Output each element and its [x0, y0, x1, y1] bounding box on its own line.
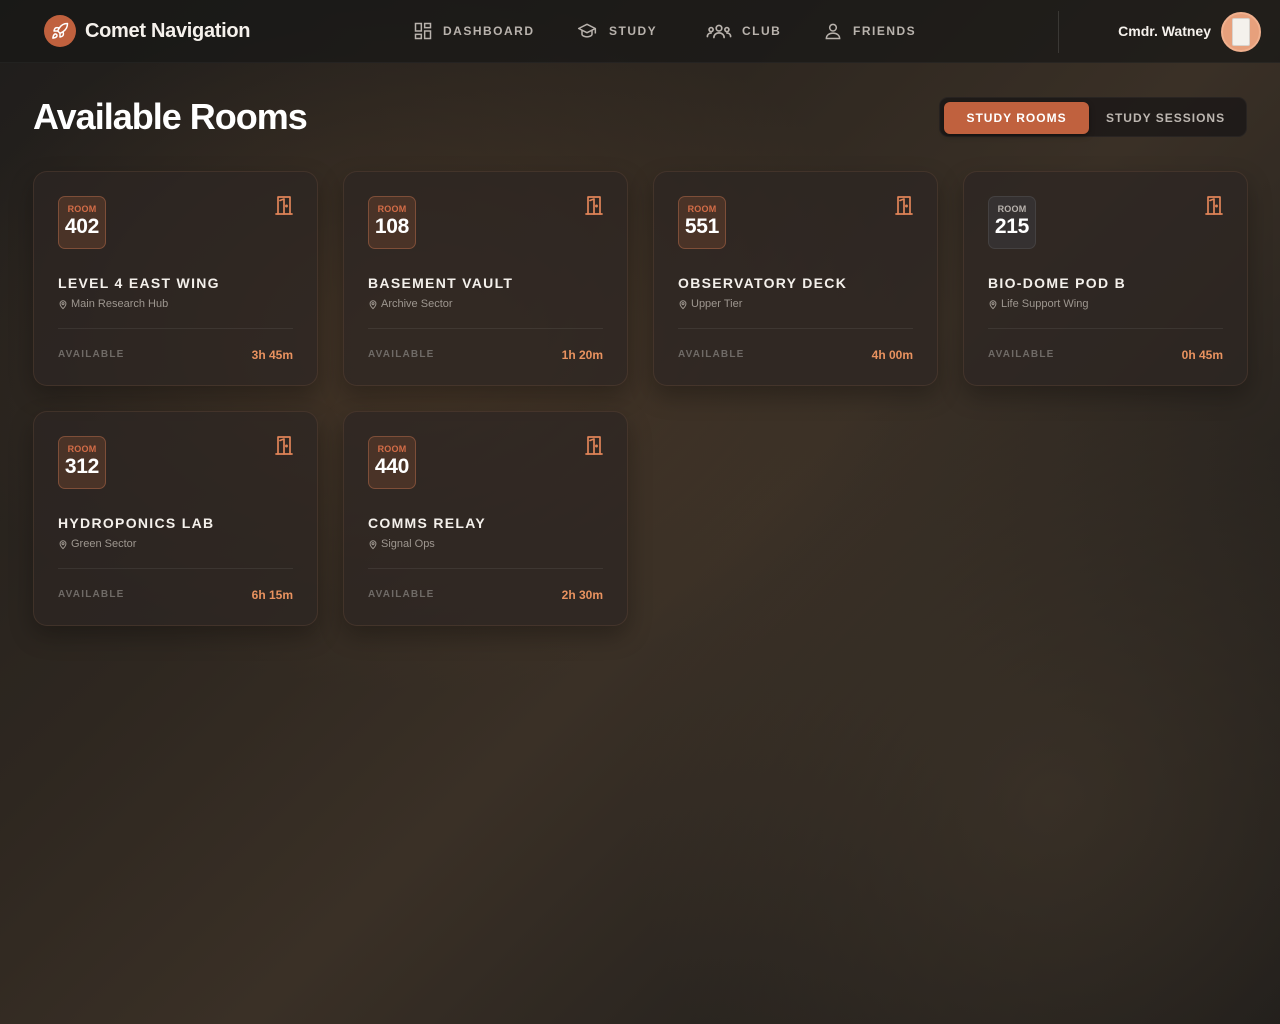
room-number-badge: ROOM 551	[678, 196, 726, 249]
room-number-badge: ROOM 312	[58, 436, 106, 489]
room-badge-label: ROOM	[67, 204, 97, 214]
tab-study-sessions[interactable]: STUDY SESSIONS	[1089, 102, 1242, 134]
nav-item-label: CLUB	[742, 24, 782, 38]
avatar-image	[1232, 18, 1250, 46]
graduation-cap-icon	[577, 23, 597, 38]
card-divider	[58, 568, 293, 569]
room-duration: 3h 45m	[251, 348, 293, 362]
room-number: 215	[994, 215, 1030, 238]
room-type-toggle: STUDY ROOMS STUDY SESSIONS	[939, 97, 1247, 137]
room-card[interactable]: ROOM 108 BASEMENT VAULT Archive Sector A…	[343, 171, 628, 386]
map-pin-icon	[679, 299, 687, 309]
room-status: AVAILABLE	[988, 349, 1055, 360]
room-location-text: Upper Tier	[691, 298, 743, 310]
room-duration: 6h 15m	[251, 588, 293, 602]
card-divider	[368, 568, 603, 569]
room-number: 551	[684, 215, 720, 238]
tab-study-rooms[interactable]: STUDY ROOMS	[944, 102, 1090, 134]
map-pin-icon	[989, 299, 997, 309]
room-status: AVAILABLE	[678, 349, 745, 360]
door-icon	[895, 196, 913, 215]
nav-item-dashboard[interactable]: DASHBOARD	[413, 20, 575, 42]
door-icon	[1205, 196, 1223, 215]
map-pin-icon	[369, 539, 377, 549]
room-location: Main Research Hub	[58, 298, 168, 310]
room-number-badge: ROOM 215	[988, 196, 1036, 249]
room-duration: 1h 20m	[561, 348, 603, 362]
map-pin-icon	[369, 299, 377, 309]
room-location-text: Archive Sector	[381, 298, 453, 310]
users-group-icon	[706, 24, 732, 39]
room-number-badge: ROOM 108	[368, 196, 416, 249]
card-divider	[988, 328, 1223, 329]
room-name: BIO-DOME POD B	[988, 275, 1126, 291]
nav-item-label: FRIENDS	[853, 24, 917, 38]
room-number: 312	[64, 455, 100, 478]
room-duration: 2h 30m	[561, 588, 603, 602]
page-title: Available Rooms	[33, 96, 308, 137]
room-number: 108	[374, 215, 410, 238]
room-number: 402	[64, 215, 100, 238]
user-name[interactable]: Cmdr. Watney	[1118, 23, 1211, 39]
room-badge-label: ROOM	[687, 204, 717, 214]
card-divider	[678, 328, 913, 329]
rocket-icon	[44, 15, 76, 47]
room-name: HYDROPONICS LAB	[58, 515, 215, 531]
top-navigation-bar: Comet Navigation DASHBOARD STUDY CLUB FR…	[0, 0, 1280, 63]
room-location-text: Signal Ops	[381, 538, 435, 550]
brand[interactable]: Comet Navigation	[44, 15, 251, 47]
room-name: BASEMENT VAULT	[368, 275, 514, 291]
room-location-text: Green Sector	[71, 538, 137, 550]
room-badge-label: ROOM	[67, 444, 97, 454]
room-status: AVAILABLE	[368, 589, 435, 600]
card-divider	[368, 328, 603, 329]
room-status: AVAILABLE	[58, 349, 125, 360]
room-location-text: Life Support Wing	[1001, 298, 1089, 310]
map-pin-icon	[59, 299, 67, 309]
room-name: COMMS RELAY	[368, 515, 487, 531]
map-pin-icon	[59, 539, 67, 549]
nav-item-label: DASHBOARD	[443, 24, 535, 38]
avatar[interactable]	[1221, 12, 1261, 52]
room-badge-label: ROOM	[997, 204, 1027, 214]
user-icon	[825, 23, 841, 40]
room-badge-label: ROOM	[377, 204, 407, 214]
room-card[interactable]: ROOM 551 OBSERVATORY DECK Upper Tier AVA…	[653, 171, 938, 386]
door-icon	[275, 436, 293, 455]
room-status: AVAILABLE	[58, 589, 125, 600]
main-nav: DASHBOARD STUDY CLUB FRIENDS	[413, 20, 916, 42]
door-icon	[275, 196, 293, 215]
room-location: Green Sector	[58, 538, 136, 550]
room-card[interactable]: ROOM 215 BIO-DOME POD B Life Support Win…	[963, 171, 1248, 386]
nav-item-club[interactable]: CLUB	[706, 20, 823, 42]
nav-item-study[interactable]: STUDY	[575, 20, 706, 42]
room-number-badge: ROOM 402	[58, 196, 106, 249]
door-icon	[585, 196, 603, 215]
room-location-text: Main Research Hub	[71, 298, 169, 310]
room-card[interactable]: ROOM 440 COMMS RELAY Signal Ops AVAILABL…	[343, 411, 628, 626]
room-location: Signal Ops	[368, 538, 435, 550]
nav-item-label: STUDY	[609, 24, 658, 38]
card-divider	[58, 328, 293, 329]
room-duration: 0h 45m	[1181, 348, 1223, 362]
room-status: AVAILABLE	[368, 349, 435, 360]
room-location: Archive Sector	[368, 298, 453, 310]
room-name: OBSERVATORY DECK	[678, 275, 848, 291]
room-number: 440	[374, 455, 410, 478]
room-number-badge: ROOM 440	[368, 436, 416, 489]
app-name: Comet Navigation	[85, 19, 251, 42]
dashboard-grid-icon	[414, 22, 432, 40]
room-card[interactable]: ROOM 312 HYDROPONICS LAB Green Sector AV…	[33, 411, 318, 626]
room-badge-label: ROOM	[377, 444, 407, 454]
room-location: Upper Tier	[678, 298, 742, 310]
room-location: Life Support Wing	[988, 298, 1088, 310]
door-icon	[585, 436, 603, 455]
room-name: LEVEL 4 EAST WING	[58, 275, 220, 291]
nav-item-friends[interactable]: FRIENDS	[823, 20, 916, 42]
room-card[interactable]: ROOM 402 LEVEL 4 EAST WING Main Research…	[33, 171, 318, 386]
room-duration: 4h 00m	[871, 348, 913, 362]
rooms-grid: ROOM 402 LEVEL 4 EAST WING Main Research…	[33, 171, 1248, 626]
nav-divider	[1058, 11, 1059, 53]
